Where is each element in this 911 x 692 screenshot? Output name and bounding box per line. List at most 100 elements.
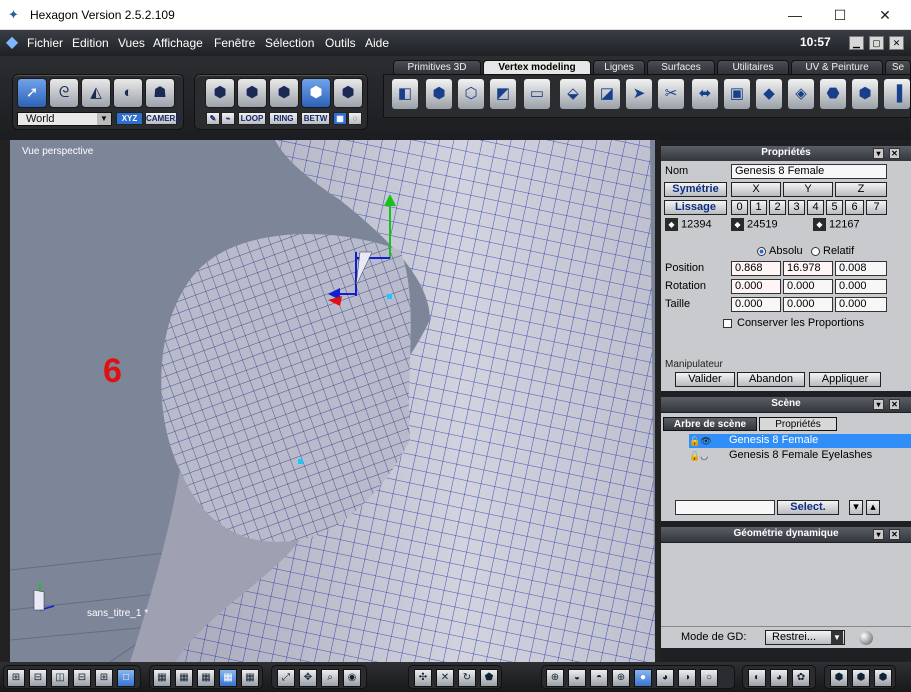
grid-icon[interactable]: ▦ [153,669,171,687]
lasso-icon[interactable]: ᘓ [49,78,79,108]
scene-filter-input[interactable] [675,500,775,515]
inner-restore-button[interactable]: ▢ [869,36,884,50]
rotation-z[interactable]: 0.000 [835,279,887,294]
render-settings-icon[interactable]: ✿ [792,669,810,687]
name-field[interactable]: Genesis 8 Female [731,164,887,179]
scale-manipulator-icon[interactable]: ⬟ [480,669,498,687]
zoom-icon[interactable]: ⌕ [321,669,339,687]
position-y[interactable]: 16.978 [783,261,833,276]
close-button[interactable]: ✕ [865,4,905,26]
smooth-wire-sphere-icon[interactable]: ⊕ [612,669,630,687]
face-mode-icon[interactable]: ⬢ [237,78,267,108]
grid-floor-icon[interactable]: ▦ [241,669,259,687]
world-select[interactable]: World ▼ [17,112,112,126]
size-x[interactable]: 0.000 [731,297,781,312]
eye-icon[interactable]: ◉ [343,669,361,687]
extract-icon[interactable]: ◩ [490,79,516,109]
symmetry-button[interactable]: Symétrie [664,182,727,197]
slice-icon[interactable]: ◪ [594,79,620,109]
tab-scene-tree[interactable]: Arbre de scène [663,417,757,431]
gd-mode-select[interactable]: Restrei... ▼ [765,630,845,645]
sphere-icon[interactable] [859,631,873,645]
smooth-level-2[interactable]: 2 [769,200,786,215]
collapse-icon[interactable]: ▾ [873,148,884,159]
smooth-icon[interactable]: ▣ [724,79,750,109]
smooth-level-7[interactable]: 7 [866,200,887,215]
cube-icon[interactable]: ⬢ [830,669,848,687]
scene-item[interactable]: 🔓◡ Genesis 8 Female Eyelashes [689,449,911,463]
scene-collapse-icon[interactable]: ▾ [873,399,884,410]
magic-select-icon[interactable]: ◐ [113,78,143,108]
smooth-level-4[interactable]: 4 [807,200,824,215]
layout-3-icon[interactable]: ⊟ [29,669,47,687]
layout-single-icon[interactable]: □ [117,669,135,687]
vertex-mode-icon[interactable]: ⬢ [301,78,331,108]
paint-select-icon[interactable]: ◭ [81,78,111,108]
rotation-x[interactable]: 0.000 [731,279,781,294]
bridge-icon[interactable]: ⬌ [692,79,718,109]
bevel-icon[interactable]: ⬡ [458,79,484,109]
shadow-sphere-icon[interactable]: ○ [700,669,718,687]
size-z[interactable]: 0.000 [835,297,887,312]
weld-icon[interactable]: ➤ [626,79,652,109]
camera-button[interactable]: CAMERA [145,112,181,125]
xyz-button[interactable]: XYZ [116,112,143,125]
render-preview-icon[interactable]: ◐ [748,669,766,687]
object-mode-icon[interactable]: ⬢ [205,78,235,108]
inner-close-button[interactable]: ✕ [889,36,904,50]
gd-collapse-icon[interactable]: ▾ [873,529,884,540]
axis-z-button[interactable]: Z [835,182,887,197]
tab-vertex-modeling[interactable]: Vertex modeling [483,60,591,74]
menu-selection[interactable]: Sélection [265,36,314,50]
flat-sphere-icon[interactable]: ◓ [590,669,608,687]
validate-button[interactable]: Valider [675,372,735,387]
menu-aide[interactable]: Aide [365,36,389,50]
keep-proportions-checkbox[interactable]: Conserver les Proportions [723,317,864,329]
tab-surfaces[interactable]: Surfaces [647,60,715,74]
apply-button[interactable]: Appliquer [809,372,881,387]
tab-primitives-3d[interactable]: Primitives 3D [393,60,481,74]
tab-utilitaires[interactable]: Utilitaires [717,60,789,74]
minimize-button[interactable]: — [775,4,815,26]
between-button[interactable]: BETW [301,112,330,125]
hidden-line-sphere-icon[interactable]: ◒ [568,669,586,687]
position-x[interactable]: 0.868 [731,261,781,276]
tab-uv-peinture[interactable]: UV & Peinture [791,60,883,74]
lasso-small-icon[interactable]: ◌ [348,112,362,125]
cut-icon[interactable]: ✂ [658,79,684,109]
left-panel-handle[interactable] [0,140,10,662]
menu-edition[interactable]: Edition [72,36,109,50]
tessellate-icon[interactable]: ⬙ [560,79,586,109]
edge-mode-icon[interactable]: ⬢ [269,78,299,108]
grid-color-icon[interactable]: ▦ [175,669,193,687]
scene-item[interactable]: 🔓👁 Genesis 8 Female [689,434,911,448]
menu-affichage[interactable]: Affichage [153,36,203,50]
menu-outils[interactable]: Outils [325,36,356,50]
wireframe-sphere-icon[interactable]: ⊕ [546,669,564,687]
move-manipulator-icon[interactable]: ✣ [414,669,432,687]
smooth-level-3[interactable]: 3 [788,200,805,215]
menu-vues[interactable]: Vues [118,36,145,50]
scroll-up-icon[interactable]: ▴ [866,500,880,515]
insert-icon[interactable]: ▭ [524,79,550,109]
cubes-icon[interactable]: ⬢ [852,669,870,687]
inner-minimize-button[interactable]: ▁ [849,36,864,50]
smooth-level-5[interactable]: 5 [826,200,843,215]
smooth-sphere-icon[interactable]: ● [634,669,652,687]
ghost-select-icon[interactable]: ☗ [145,78,175,108]
textured-sphere-icon[interactable]: ◕ [656,669,674,687]
smoothing-button[interactable]: Lissage [664,200,727,215]
tab-scene-properties[interactable]: Propriétés [759,417,837,431]
absolute-radio[interactable]: Absolu [757,245,803,257]
scroll-down-icon[interactable]: ▾ [849,500,863,515]
tab-more[interactable]: Se [885,60,911,74]
layout-2h-icon[interactable]: ⊟ [73,669,91,687]
cube-export-icon[interactable]: ⬢ [874,669,892,687]
select-button[interactable]: Select. [777,500,839,515]
pen-icon[interactable]: ✎ [206,112,220,125]
brush-icon[interactable]: ⌁ [221,112,235,125]
lock-eye-icon[interactable]: 🔓👁 [689,435,712,448]
layout-4-icon[interactable]: ⊞ [7,669,25,687]
grid-active-icon[interactable]: ▦ [219,669,237,687]
pan-icon[interactable]: ✥ [299,669,317,687]
